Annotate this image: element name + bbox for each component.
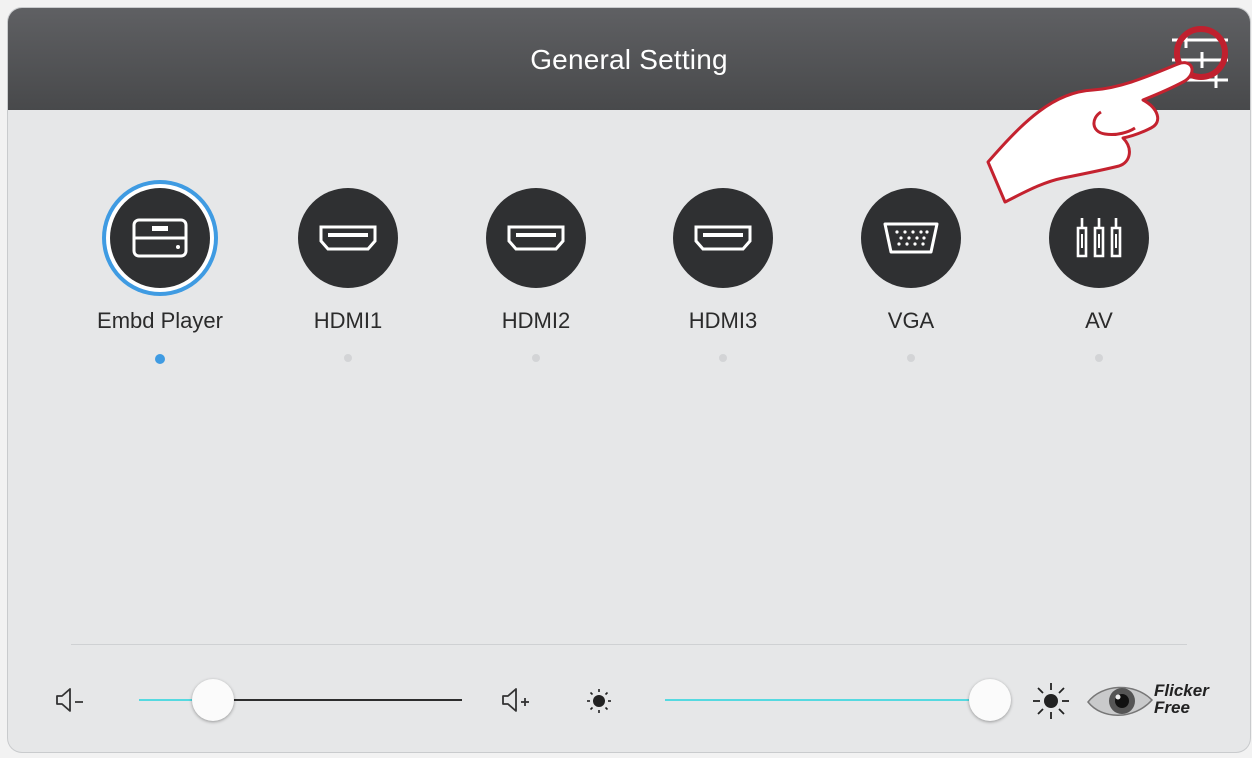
inactive-indicator-dot <box>719 354 727 362</box>
source-hdmi1[interactable]: HDMI1 <box>258 188 438 362</box>
vga-icon <box>861 188 961 288</box>
brightness-slider-knob[interactable] <box>969 679 1011 721</box>
general-setting-panel: General Setting Embd Player HDMI1 HDMI2 … <box>8 8 1250 752</box>
source-label: VGA <box>887 308 935 333</box>
source-hdmi3[interactable]: HDMI3 <box>633 188 813 362</box>
flicker-free-text: Flicker Free <box>1154 682 1209 716</box>
flicker-free-line1: Flicker <box>1154 681 1209 700</box>
brightness-low-icon[interactable] <box>586 688 612 714</box>
divider <box>71 644 1187 645</box>
av-icon <box>1049 188 1149 288</box>
inactive-indicator-dot <box>532 354 540 362</box>
source-label: HDMI2 <box>501 308 571 333</box>
brightness-high-icon[interactable] <box>1032 682 1070 720</box>
quick-controls-bar: Flicker Free <box>8 658 1250 748</box>
source-label: Embd Player <box>97 308 223 333</box>
flicker-free-line2: Free <box>1154 698 1190 717</box>
hdmi-icon <box>486 188 586 288</box>
brightness-slider-fill <box>665 699 990 701</box>
volume-up-icon[interactable] <box>500 686 534 714</box>
inactive-indicator-dot <box>344 354 352 362</box>
active-indicator-dot <box>155 354 165 364</box>
source-av[interactable]: AV <box>1009 188 1189 362</box>
hdmi-icon <box>673 188 773 288</box>
source-embd-player[interactable]: Embd Player <box>70 188 250 364</box>
media-player-icon <box>110 188 210 288</box>
source-vga[interactable]: VGA <box>821 188 1001 362</box>
flicker-free-logo: Flicker Free <box>1086 674 1236 730</box>
volume-down-icon[interactable] <box>54 686 88 714</box>
hdmi-icon <box>298 188 398 288</box>
inactive-indicator-dot <box>1095 354 1103 362</box>
input-source-list: Embd Player HDMI1 HDMI2 HDMI3 VGA AV <box>8 188 1250 398</box>
eye-icon <box>1087 686 1154 716</box>
volume-slider-track <box>213 699 462 701</box>
source-hdmi2[interactable]: HDMI2 <box>446 188 626 362</box>
volume-slider-knob[interactable] <box>192 679 235 721</box>
source-label: HDMI3 <box>688 308 758 333</box>
inactive-indicator-dot <box>907 354 915 362</box>
source-label: HDMI1 <box>313 308 383 333</box>
source-label: AV <box>1085 308 1113 333</box>
